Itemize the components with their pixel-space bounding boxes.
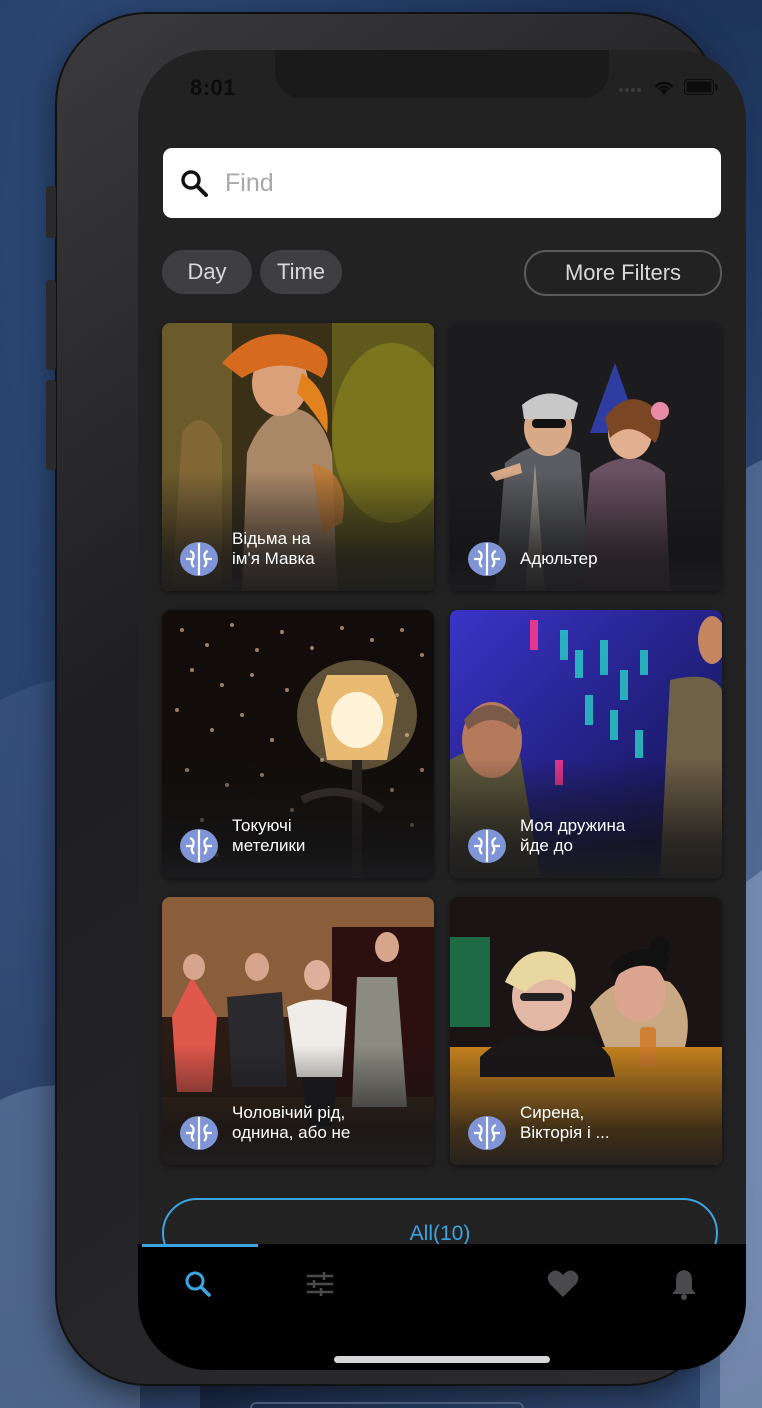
search-icon [181,170,208,197]
brain-icon [180,829,218,863]
event-card[interactable]: Чоловічий рід, однина, або не [162,897,434,1165]
event-title: Сирена, Вікторія і ... [520,1103,610,1142]
time-filter-chip[interactable]: Time [260,250,342,294]
notch [275,50,609,98]
signal-icon [619,88,641,92]
home-indicator[interactable] [334,1356,550,1363]
brain-icon [180,1116,218,1150]
tab-search[interactable] [178,1264,218,1304]
event-title: Чоловічий рід, однина, або не [232,1103,351,1142]
tab-filters[interactable] [300,1264,340,1304]
mute-switch [46,186,56,238]
brain-icon [468,1116,506,1150]
tab-bar [138,1244,746,1370]
search-icon [185,1271,211,1297]
tab-favorites[interactable] [543,1264,583,1304]
tab-notifications[interactable] [664,1264,704,1304]
brain-icon [468,829,506,863]
sliders-icon [307,1272,333,1296]
day-filter-chip[interactable]: Day [162,250,252,294]
search-box[interactable] [163,148,721,218]
event-card[interactable]: Адюльтер [450,323,722,591]
battery-icon [684,79,718,95]
event-title: Адюльтер [520,549,598,568]
status-icons [618,78,718,96]
heart-icon [547,1270,579,1297]
tab-active-indicator [142,1244,258,1247]
brain-icon [180,542,218,576]
wifi-icon [654,81,674,95]
volume-down-button [46,380,56,470]
event-card[interactable]: Моя дружина йде до [450,610,722,878]
bell-icon [672,1270,696,1300]
event-card[interactable]: Сирена, Вікторія і ... [450,897,722,1165]
brain-icon [468,542,506,576]
event-card[interactable]: Токуючі метелики [162,610,434,878]
phone-frame: 8:01 Day Time [46,12,746,1386]
event-title: Відьма на ім'я Мавка [232,529,315,568]
volume-up-button [46,280,56,370]
event-title: Моя дружина йде до [520,816,626,855]
event-title: Токуючі метелики [232,816,306,855]
bottom-stand [250,1402,524,1408]
search-input[interactable] [223,167,677,199]
status-time: 8:01 [190,75,237,100]
more-filters-button[interactable]: More Filters [524,250,722,296]
event-card[interactable]: Відьма на ім'я Мавка [162,323,434,591]
app-screen: 8:01 Day Time [138,50,746,1370]
